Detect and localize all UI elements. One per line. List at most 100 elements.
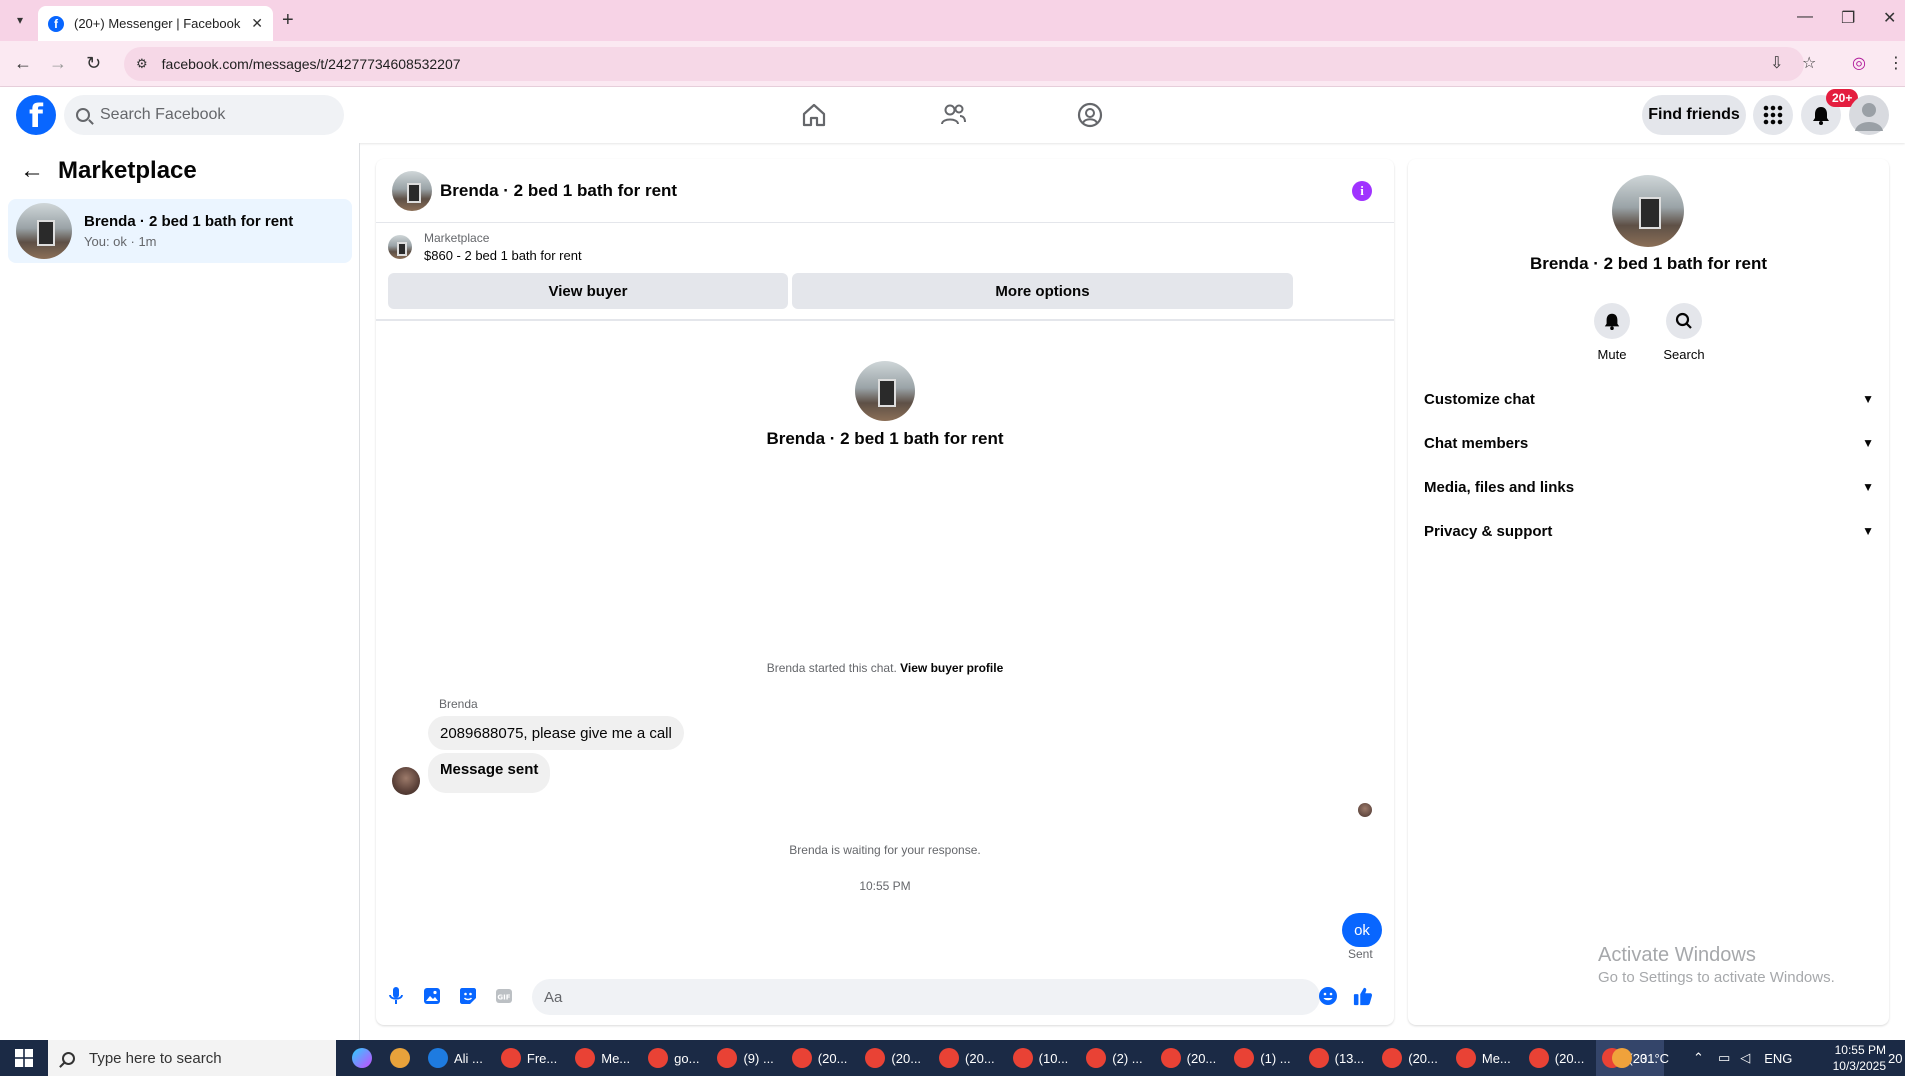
chat-header-avatar[interactable]: [392, 170, 432, 211]
close-tab-icon[interactable]: ✕: [251, 15, 263, 32]
restore-window-button[interactable]: ❐: [1841, 8, 1855, 28]
taskbar-copilot-icon[interactable]: [346, 1040, 378, 1076]
install-app-icon[interactable]: ⇩: [1770, 53, 1783, 73]
taskbar-app-button[interactable]: (20...: [933, 1040, 1001, 1076]
browser-menu-icon[interactable]: ⋮: [1888, 53, 1904, 73]
paint-icon: [390, 1048, 410, 1068]
account-avatar[interactable]: [1849, 95, 1889, 135]
activate-windows-watermark: Activate Windows Go to Settings to activ…: [1598, 944, 1835, 986]
taskbar-clock[interactable]: 10:55 PM 10/3/2025: [1826, 1042, 1886, 1074]
app-icon: [500, 1048, 521, 1068]
app-icon: [791, 1048, 812, 1068]
taskbar-app-button[interactable]: Me...: [1450, 1040, 1517, 1076]
groups-icon[interactable]: [1076, 101, 1104, 129]
listing-thumbnail[interactable]: [388, 235, 412, 259]
info-icon[interactable]: i: [1352, 181, 1372, 201]
facebook-header: f Search Facebook Find friends 20+: [0, 87, 1905, 143]
find-friends-button[interactable]: Find friends: [1642, 95, 1746, 135]
taskbar-app-button[interactable]: (9) ...: [711, 1040, 779, 1076]
clock-time: 10:55 PM: [1834, 1043, 1886, 1057]
taskbar-app-button[interactable]: Fre...: [495, 1040, 563, 1076]
listing-avatar: [16, 203, 72, 259]
taskbar-app-button[interactable]: (1) ...: [1228, 1040, 1296, 1076]
message-input[interactable]: [532, 979, 1320, 1015]
tab-search-dropdown[interactable]: ▾: [10, 10, 30, 30]
taskbar-app-label: Me...: [601, 1050, 631, 1066]
notification-center-icon[interactable]: 20: [1888, 1040, 1902, 1076]
section-label: Customize chat: [1424, 390, 1535, 408]
chevron-down-icon: ▼: [1862, 392, 1874, 406]
search-conversation-icon[interactable]: [1666, 303, 1702, 339]
customize-chat-section[interactable]: Customize chat ▼: [1424, 381, 1874, 417]
taskbar-app-button[interactable]: (13...: [1303, 1040, 1371, 1076]
emoji-icon[interactable]: [1318, 986, 1338, 1006]
taskbar-app-button[interactable]: (20...: [786, 1040, 854, 1076]
info-panel-avatar[interactable]: [1612, 175, 1684, 247]
chat-header: Brenda · 2 bed 1 bath for rent i: [376, 159, 1394, 223]
taskbar-app-button[interactable]: (2) ...: [1080, 1040, 1148, 1076]
more-options-button[interactable]: More options: [792, 273, 1293, 309]
taskbar-app-button[interactable]: Ali ...: [422, 1040, 489, 1076]
privacy-support-section[interactable]: Privacy & support ▼: [1424, 513, 1874, 549]
sender-name: Brenda: [439, 697, 478, 711]
close-window-button[interactable]: ✕: [1883, 8, 1896, 28]
facebook-favicon-icon: f: [48, 15, 64, 32]
weather-temp[interactable]: 31°C: [1640, 1051, 1669, 1066]
mute-bell-icon[interactable]: [1594, 303, 1630, 339]
sender-avatar[interactable]: [392, 767, 420, 795]
minimize-window-button[interactable]: —: [1797, 8, 1813, 26]
windows-start-icon[interactable]: [0, 1040, 48, 1076]
taskbar-app-button[interactable]: go...: [642, 1040, 705, 1076]
incoming-message-bubble[interactable]: 2089688075, please give me a call: [428, 716, 684, 750]
message-timestamp: 10:55 PM: [859, 879, 911, 893]
taskbar-app-label: (1) ...: [1260, 1050, 1291, 1066]
address-bar[interactable]: ⚙ facebook.com/messages/t/24277734608532…: [124, 47, 1804, 81]
taskbar-app-button[interactable]: (20...: [1523, 1040, 1591, 1076]
chat-title[interactable]: Brenda · 2 bed 1 bath for rent: [440, 181, 677, 201]
gif-icon[interactable]: GIF: [494, 986, 514, 1006]
taskbar-search-box[interactable]: Type here to search: [48, 1040, 336, 1076]
back-button[interactable]: ←: [14, 53, 32, 74]
like-thumb-icon[interactable]: [1353, 986, 1373, 1006]
conversation-name: Brenda · 2 bed 1 bath for rent: [84, 213, 294, 230]
view-buyer-profile-link[interactable]: View buyer profile: [900, 661, 1003, 675]
profile-icon[interactable]: ◎: [1852, 53, 1866, 73]
back-arrow-icon[interactable]: ←: [20, 157, 44, 185]
message-composer: GIF: [376, 969, 1394, 1025]
facebook-logo-icon[interactable]: f: [16, 95, 56, 135]
volume-icon[interactable]: ◁: [1740, 1050, 1750, 1066]
incoming-message-bubble[interactable]: Message sent: [428, 753, 551, 793]
taskbar-app-button[interactable]: Me...: [569, 1040, 636, 1076]
network-icon[interactable]: ▭: [1718, 1050, 1730, 1066]
tray-chevron-up-icon[interactable]: ⌃: [1693, 1050, 1704, 1066]
menu-grid-icon[interactable]: [1753, 95, 1793, 135]
facebook-search-field[interactable]: Search Facebook: [64, 95, 344, 135]
conversation-item[interactable]: Brenda · 2 bed 1 bath for rent You: ok ·…: [8, 199, 352, 263]
new-tab-button[interactable]: +: [282, 9, 294, 32]
browser-tab-active[interactable]: f (20+) Messenger | Facebook ✕: [38, 6, 273, 41]
mute-action[interactable]: Mute: [1582, 303, 1642, 362]
home-icon[interactable]: [800, 101, 828, 129]
taskbar-app-button[interactable]: (10...: [1007, 1040, 1075, 1076]
site-info-icon[interactable]: ⚙: [136, 56, 148, 72]
chat-intro-avatar: [855, 361, 915, 421]
outgoing-message-bubble[interactable]: ok: [1342, 913, 1382, 947]
weather-icon[interactable]: [1612, 1048, 1632, 1068]
input-language[interactable]: ENG: [1764, 1051, 1792, 1066]
taskbar-app-button[interactable]: (20...: [859, 1040, 927, 1076]
taskbar-app-button[interactable]: (20...: [1155, 1040, 1223, 1076]
forward-button[interactable]: →: [49, 53, 67, 74]
bookmark-star-icon[interactable]: ☆: [1802, 53, 1816, 73]
taskbar-paint-icon[interactable]: [384, 1040, 416, 1076]
search-action[interactable]: Search: [1654, 303, 1714, 362]
chat-members-section[interactable]: Chat members ▼: [1424, 425, 1874, 461]
photo-icon[interactable]: [422, 986, 442, 1006]
sticker-icon[interactable]: [458, 986, 478, 1006]
friends-icon[interactable]: [939, 101, 967, 129]
taskbar-app-button[interactable]: (20...: [1376, 1040, 1444, 1076]
microphone-icon[interactable]: [386, 986, 406, 1006]
view-buyer-button[interactable]: View buyer: [388, 273, 788, 309]
listing-price-title[interactable]: $860 - 2 bed 1 bath for rent: [424, 248, 582, 263]
reload-button[interactable]: ↻: [86, 53, 101, 74]
media-files-links-section[interactable]: Media, files and links ▼: [1424, 469, 1874, 505]
